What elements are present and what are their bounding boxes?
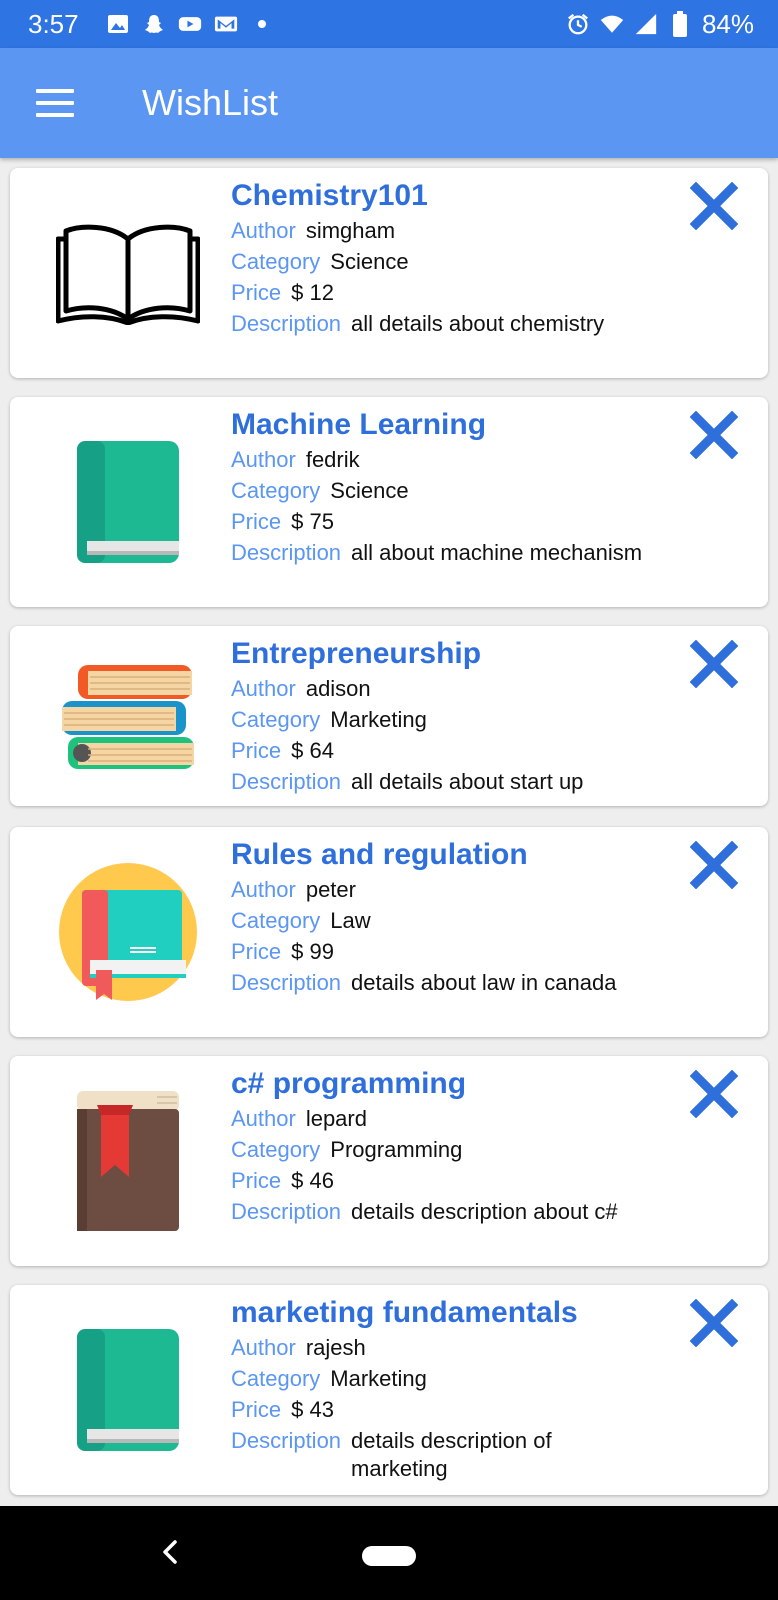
wishlist-card[interactable]: Rules and regulation Author peter Categor… [10, 827, 768, 1037]
home-pill-icon[interactable] [362, 1546, 416, 1566]
price-value: $ 46 [291, 1168, 334, 1193]
category-label: Category [231, 249, 321, 274]
alarm-icon [566, 13, 590, 35]
price-label: Price [231, 1168, 282, 1193]
category-label: Category [231, 707, 321, 732]
back-icon[interactable] [158, 1534, 182, 1570]
author-value: adison [305, 676, 371, 701]
price-label: Price [231, 509, 282, 534]
author-label: Author [231, 1335, 296, 1360]
category-label: Category [231, 1366, 321, 1391]
green-book-icon [48, 1310, 208, 1470]
wishlist-card[interactable]: Chemistry101 Author simgham Category Scien… [10, 168, 768, 378]
navigation-bar [0, 1506, 778, 1600]
status-bar: 3:57 84% [0, 0, 778, 48]
youtube-icon [178, 13, 202, 35]
price-label: Price [231, 939, 282, 964]
author-label: Author [231, 877, 296, 902]
description-label: Description [231, 1199, 342, 1224]
category-value: Programming [330, 1137, 463, 1162]
dot-icon [250, 13, 274, 35]
price-label: Price [231, 1397, 282, 1422]
author-value: rajesh [305, 1335, 366, 1360]
law-book-icon [48, 852, 208, 1012]
description-label: Description [231, 769, 342, 794]
price-value: $ 43 [291, 1397, 334, 1422]
page-title: WishList [142, 82, 279, 123]
book-title: Rules and regulation [231, 838, 528, 871]
description-label: Description [231, 540, 342, 565]
description-label: Description [231, 311, 342, 336]
book-title: Machine Learning [231, 408, 487, 441]
category-value: Science [330, 478, 409, 503]
category-label: Category [231, 1137, 321, 1162]
battery-percent: 84% [701, 8, 754, 39]
price-value: $ 99 [291, 939, 334, 964]
category-label: Category [231, 478, 321, 503]
description-value: details description of marketing [351, 1428, 552, 1481]
description-value: all details about chemistry [351, 311, 605, 336]
category-value: Law [330, 908, 371, 933]
image-icon [106, 13, 130, 35]
book-title: c# programming [231, 1067, 467, 1100]
description-value: details description about c# [351, 1199, 618, 1224]
wishlist-card[interactable]: marketing fundamentals Author rajesh Cate… [10, 1285, 768, 1495]
price-value: $ 75 [291, 509, 334, 534]
price-label: Price [231, 280, 282, 305]
description-value: all about machine mechanism [351, 540, 643, 565]
remove-close-icon[interactable] [689, 181, 739, 231]
author-value: peter [305, 877, 356, 902]
signal-icon [634, 13, 658, 35]
author-value: fedrik [305, 447, 360, 472]
app-bar: WishList [0, 48, 778, 158]
description-value: all details about start up [351, 769, 584, 794]
wishlist-card[interactable]: Entrepreneurship Author adison Category Ma… [10, 626, 768, 806]
category-value: Marketing [330, 707, 427, 732]
hamburger-menu-icon[interactable] [36, 89, 74, 117]
remove-close-icon[interactable] [689, 1298, 739, 1348]
price-label: Price [231, 738, 282, 763]
category-value: Marketing [330, 1366, 427, 1391]
book-stack-icon [48, 636, 208, 796]
snapchat-icon [142, 13, 166, 35]
category-value: Science [330, 249, 409, 274]
gmail-icon [214, 13, 238, 35]
author-value: lepard [305, 1106, 367, 1131]
wishlist-card[interactable]: c# programming Author lepard Category Prog… [10, 1056, 768, 1266]
price-value: $ 12 [291, 280, 334, 305]
green-book-icon [48, 422, 208, 582]
author-label: Author [231, 447, 296, 472]
battery-icon [668, 11, 692, 37]
author-label: Author [231, 676, 296, 701]
description-value: details about law in canada [351, 970, 617, 995]
brown-book-icon [48, 1081, 208, 1241]
author-value: simgham [305, 218, 396, 243]
status-time: 3:57 [28, 8, 79, 39]
category-label: Category [231, 908, 321, 933]
book-title: marketing fundamentals [231, 1296, 578, 1329]
remove-close-icon[interactable] [689, 1069, 739, 1119]
author-label: Author [231, 1106, 296, 1131]
remove-close-icon[interactable] [689, 840, 739, 890]
remove-close-icon[interactable] [689, 639, 739, 689]
price-value: $ 64 [291, 738, 334, 763]
wishlist-card[interactable]: Machine Learning Author fedrik Category Sc… [10, 397, 768, 607]
description-label: Description [231, 970, 342, 995]
book-title: Entrepreneurship [231, 637, 482, 670]
author-label: Author [231, 218, 296, 243]
book-title: Chemistry101 [231, 179, 428, 212]
description-label: Description [231, 1428, 342, 1453]
remove-close-icon[interactable] [689, 410, 739, 460]
open-book-icon [48, 193, 208, 353]
wifi-icon [600, 13, 624, 35]
